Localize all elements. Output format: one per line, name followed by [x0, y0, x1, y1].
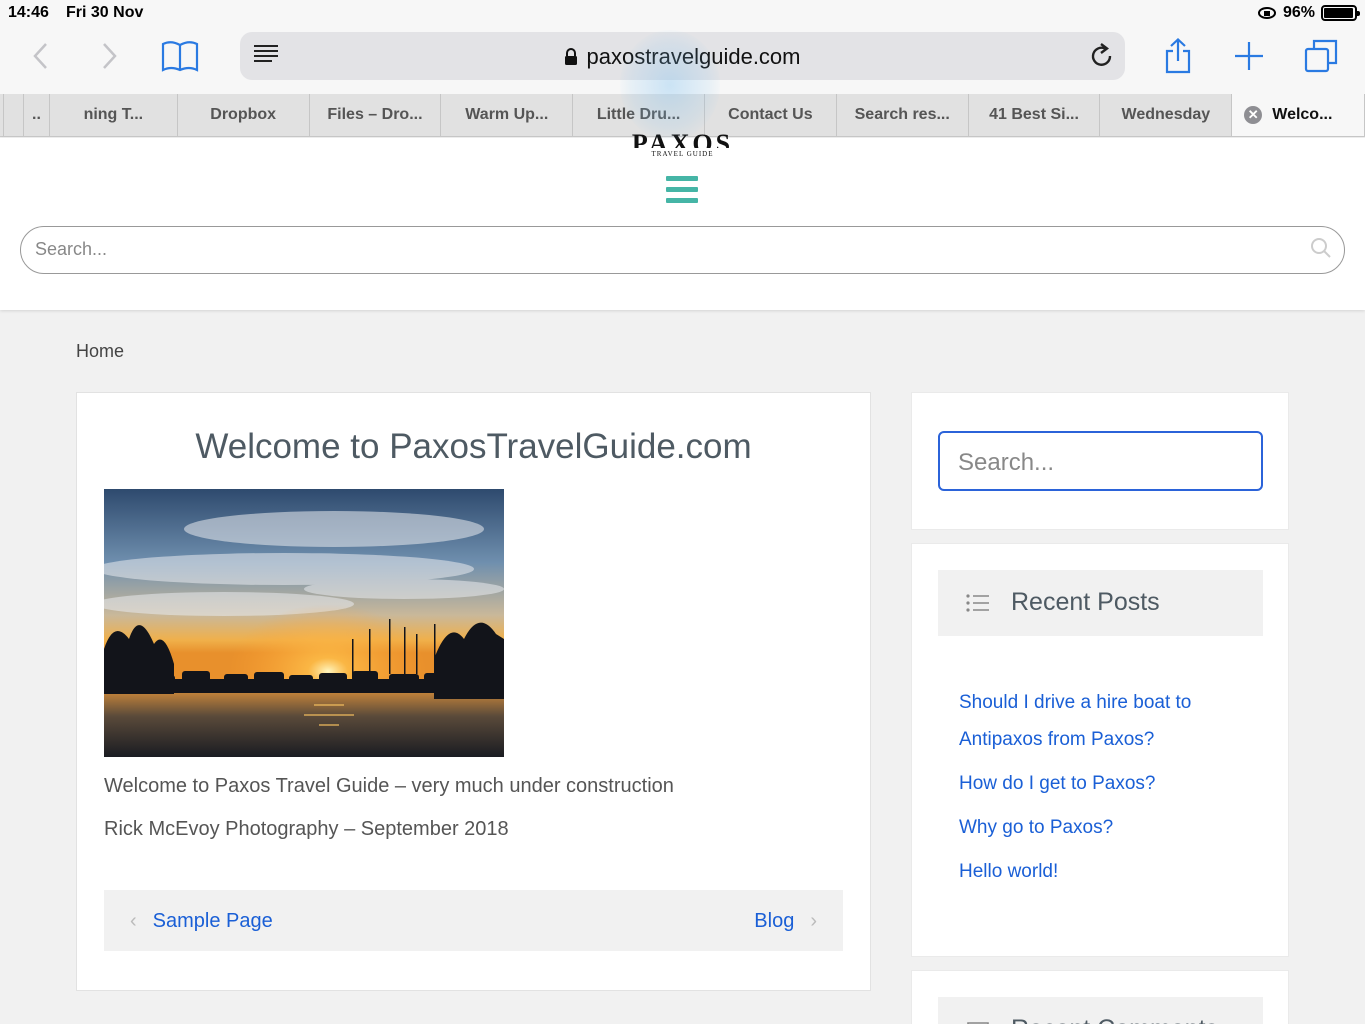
post-navigation: ‹ Sample Page Blog ›: [104, 890, 843, 951]
main-article: Welcome to PaxosTravelGuide.com Welcome …: [76, 392, 871, 991]
close-tab-icon[interactable]: ✕: [1244, 106, 1263, 124]
breadcrumb[interactable]: Home: [76, 341, 124, 362]
tab-label: Welco...: [1272, 106, 1333, 123]
tab-little-dru[interactable]: Little Dru...: [573, 94, 705, 136]
logo-subtext: TRAVEL GUIDE: [651, 150, 714, 158]
recent-post-link[interactable]: Hello world!: [959, 853, 1259, 890]
share-icon: [1165, 38, 1191, 74]
chevron-right-icon: [103, 43, 117, 69]
menu-bar: [666, 198, 698, 203]
orientation-lock-icon: [1257, 7, 1276, 19]
prev-page-link[interactable]: ‹ Sample Page: [130, 910, 273, 933]
battery-percent: 96%: [1282, 4, 1315, 21]
tab-41-best[interactable]: 41 Best Si...: [969, 94, 1101, 136]
search-icon[interactable]: [1310, 237, 1332, 259]
sidebar-search-input[interactable]: [958, 449, 1248, 477]
book-icon: [161, 41, 199, 72]
tabs-overview-button[interactable]: [1299, 36, 1343, 76]
tab-label: Little Dru...: [596, 106, 681, 123]
battery-icon: [1321, 5, 1360, 21]
menu-toggle-button[interactable]: [666, 176, 698, 204]
site-logo[interactable]: PAXOS TRAVEL GUIDE: [0, 134, 1365, 158]
chevron-left-icon: ‹: [130, 910, 137, 932]
url-text: paxostravelguide.com: [586, 44, 801, 69]
sidebar-search-widget: [911, 392, 1289, 530]
tab-search-results[interactable]: Search res...: [837, 94, 969, 136]
back-button[interactable]: [18, 36, 62, 76]
recent-posts-title: Recent Posts: [1011, 588, 1160, 616]
breadcrumb-home[interactable]: Home: [76, 341, 124, 361]
recent-posts-widget: Recent Posts Should I drive a hire boat …: [911, 543, 1289, 957]
status-right: 96%: [1257, 4, 1360, 22]
address-bar[interactable]: paxostravelguide.com: [240, 32, 1125, 80]
battery-fill: [1324, 8, 1353, 18]
site-header: PAXOS TRAVEL GUIDE: [0, 134, 1365, 310]
bookmarks-button[interactable]: [158, 36, 202, 76]
tab-label: ning T...: [83, 106, 144, 123]
plus-icon: [1235, 42, 1263, 70]
next-page-link[interactable]: Blog ›: [754, 910, 817, 933]
forward-button[interactable]: [88, 36, 132, 76]
header-search-box[interactable]: [20, 226, 1345, 274]
prev-page-label[interactable]: Sample Page: [153, 910, 273, 933]
lock-icon: [565, 48, 578, 65]
tab-label: Wednesday: [1121, 106, 1211, 123]
recent-comments-title: Recent Comments: [1011, 1015, 1218, 1024]
recent-post-link[interactable]: Should I drive a hire boat to Antipaxos …: [959, 684, 1259, 758]
page-title: Welcome to PaxosTravelGuide.com: [195, 427, 752, 466]
sunset-harbour-photo: [104, 489, 504, 757]
tab-stack-edge: [4, 94, 24, 136]
tab-contact-us[interactable]: Contact Us: [705, 94, 837, 136]
status-date: Fri 30 Nov: [66, 4, 144, 21]
recent-comments-widget: Recent Comments: [911, 970, 1289, 1024]
sidebar-search-box[interactable]: [938, 431, 1263, 491]
logo-text: PAXOS: [0, 134, 1365, 148]
tab-label: Warm Up...: [465, 106, 549, 123]
recent-post-link[interactable]: Why go to Paxos?: [959, 809, 1259, 846]
tab[interactable]: ning T...: [50, 94, 178, 136]
tab-label: Dropbox: [210, 106, 277, 123]
status-bar: 14:46 Fri 30 Nov 96%: [0, 0, 1365, 26]
list-icon: [966, 594, 989, 612]
new-tab-button[interactable]: [1227, 36, 1271, 76]
tab-label: Contact Us: [728, 106, 813, 123]
photo-credit: Rick McEvoy Photography – September 2018: [104, 818, 509, 840]
tabs-icon: [1304, 39, 1338, 73]
share-button[interactable]: [1156, 36, 1200, 76]
tab-files-dropbox[interactable]: Files – Dro...: [310, 94, 442, 136]
tab-welcome-active[interactable]: ✕ Welco...: [1232, 94, 1365, 136]
reload-icon[interactable]: [1089, 42, 1115, 70]
browser-toolbar: paxostravelguide.com: [0, 26, 1365, 94]
tab-label: 41 Best Si...: [989, 106, 1079, 123]
menu-bar: [666, 187, 698, 192]
tab-warm-up[interactable]: Warm Up...: [441, 94, 574, 136]
intro-paragraph: Welcome to Paxos Travel Guide – very muc…: [104, 775, 674, 797]
tab-label: ..: [32, 106, 41, 123]
recent-posts-header: Recent Posts: [938, 570, 1263, 636]
next-page-label[interactable]: Blog: [754, 910, 794, 933]
chevron-right-icon: ›: [810, 910, 817, 932]
recent-comments-header: Recent Comments: [938, 997, 1263, 1024]
tab-dropbox[interactable]: Dropbox: [178, 94, 310, 136]
tab-bar: .. ning T... Dropbox Files – Dro... Warm…: [0, 94, 1365, 137]
tab-label: Files – Dro...: [327, 106, 423, 123]
header-search-input[interactable]: [35, 239, 1235, 260]
menu-bar: [666, 176, 698, 181]
recent-post-link[interactable]: How do I get to Paxos?: [959, 765, 1259, 802]
status-time: 14:46: [8, 4, 49, 21]
tab-label: Search res...: [854, 106, 950, 123]
tab[interactable]: ..: [24, 94, 50, 136]
tab-wednesday[interactable]: Wednesday: [1100, 94, 1233, 136]
chevron-left-icon: [33, 43, 47, 69]
